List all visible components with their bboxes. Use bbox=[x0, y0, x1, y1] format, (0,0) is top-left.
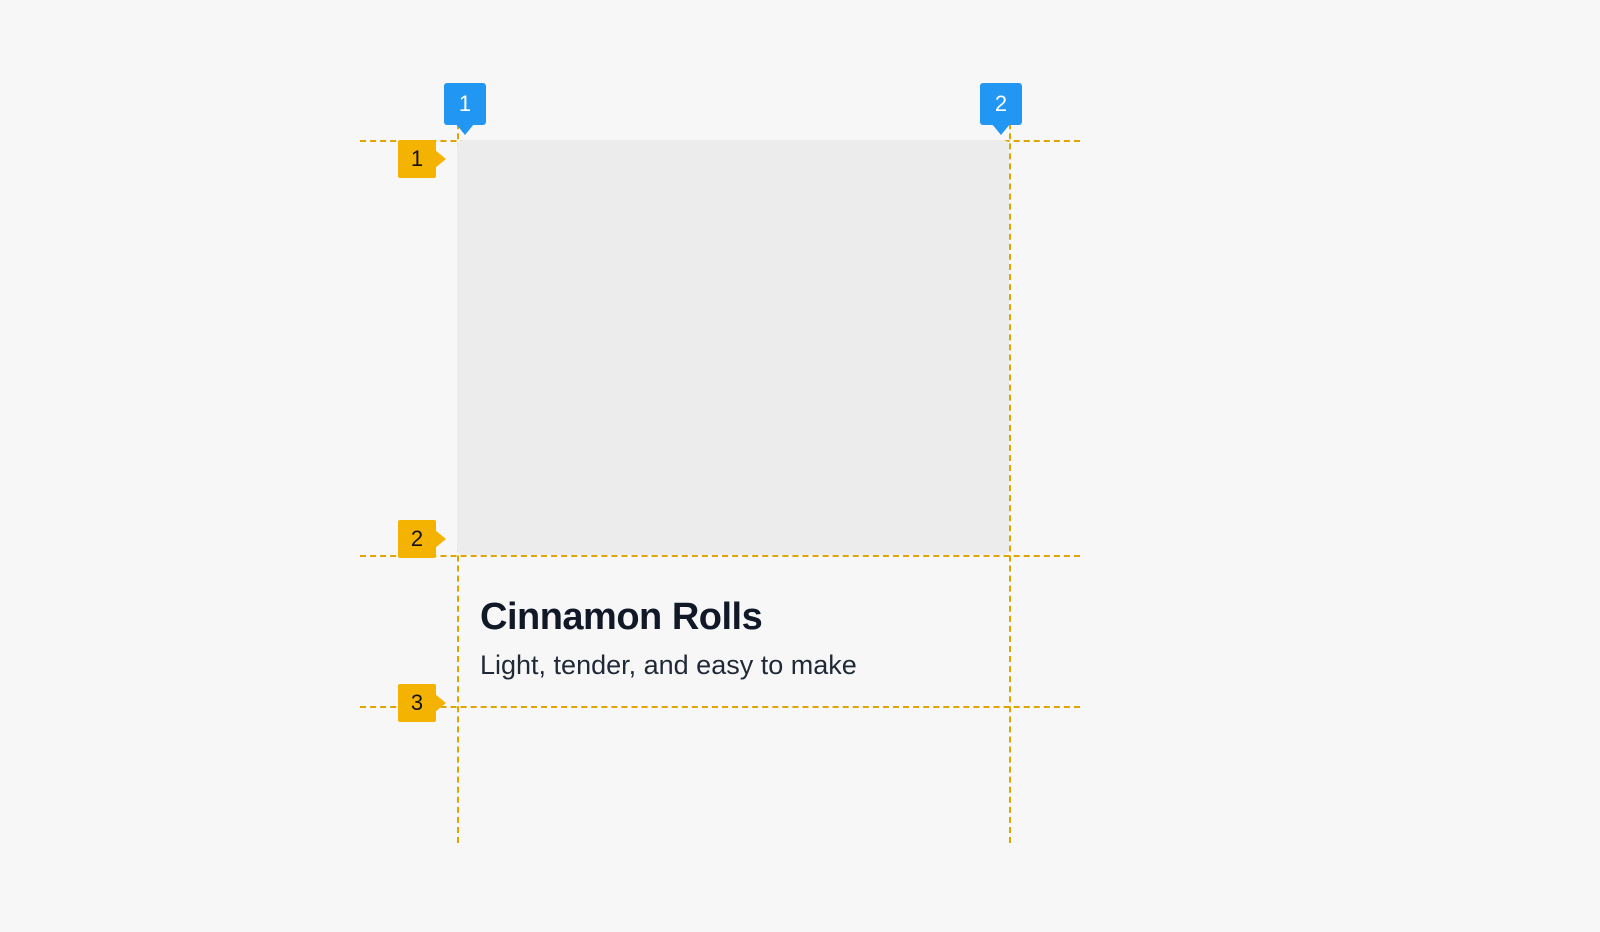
column-marker-label: 1 bbox=[459, 91, 471, 117]
column-marker-2: 2 bbox=[980, 83, 1022, 125]
grid-diagram: Cinnamon Rolls Light, tender, and easy t… bbox=[0, 0, 1600, 932]
card-subtitle: Light, tender, and easy to make bbox=[480, 650, 857, 681]
card-title: Cinnamon Rolls bbox=[480, 596, 762, 639]
image-placeholder bbox=[457, 140, 1009, 555]
column-marker-1: 1 bbox=[444, 83, 486, 125]
row-marker-2: 2 bbox=[398, 520, 436, 558]
row-guide-3 bbox=[360, 706, 1080, 708]
column-guide-2 bbox=[1009, 83, 1011, 843]
row-guide-2 bbox=[360, 555, 1080, 557]
row-marker-1: 1 bbox=[398, 140, 436, 178]
row-marker-label: 3 bbox=[411, 690, 423, 716]
row-marker-label: 2 bbox=[411, 526, 423, 552]
row-marker-3: 3 bbox=[398, 684, 436, 722]
column-marker-label: 2 bbox=[995, 91, 1007, 117]
row-marker-label: 1 bbox=[411, 146, 423, 172]
